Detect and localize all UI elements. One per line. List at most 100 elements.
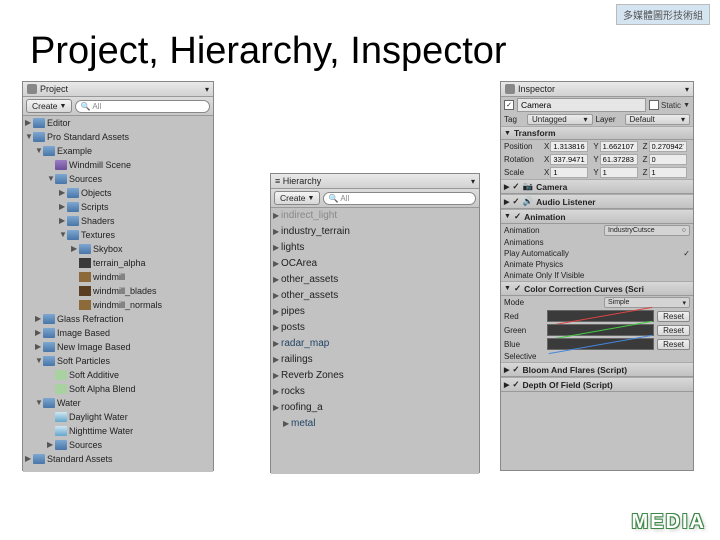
panel-menu-icon[interactable]: ▾	[685, 85, 689, 94]
project-item[interactable]: windmill_blades	[23, 284, 213, 298]
project-item[interactable]: ▶Glass Refraction	[23, 312, 213, 326]
project-item[interactable]: windmill	[23, 270, 213, 284]
hierarchy-item[interactable]: ▶other_assets	[271, 272, 479, 288]
static-toggle[interactable]: Static▼	[649, 100, 690, 110]
project-item[interactable]: Windmill Scene	[23, 158, 213, 172]
bloom-header[interactable]: ▶✓Bloom And Flares (Script)	[501, 362, 693, 377]
disclosure-arrow[interactable]: ▶	[71, 242, 79, 256]
rot-x[interactable]	[550, 154, 588, 165]
project-item[interactable]: windmill_normals	[23, 298, 213, 312]
enabled-checkbox[interactable]: ✓	[504, 100, 514, 110]
disclosure-arrow[interactable]: ▼	[59, 228, 67, 242]
tag-dropdown[interactable]: Untagged▾	[527, 114, 593, 125]
project-item[interactable]: ▼Pro Standard Assets	[23, 130, 213, 144]
disclosure-arrow[interactable]: ▼	[47, 172, 55, 186]
audio-header[interactable]: ▶✓🔊 Audio Listener	[501, 194, 693, 209]
rot-y[interactable]	[600, 154, 638, 165]
project-item[interactable]: Nighttime Water	[23, 424, 213, 438]
hierarchy-item[interactable]: ▶industry_terrain	[271, 224, 479, 240]
disclosure-arrow[interactable]: ▶	[35, 312, 43, 326]
hierarchy-search[interactable]: 🔍All	[323, 192, 476, 205]
disclosure-arrow[interactable]: ▼	[35, 354, 43, 368]
project-search[interactable]: 🔍All	[75, 100, 210, 113]
project-item[interactable]: Soft Alpha Blend	[23, 382, 213, 396]
reset-button[interactable]: Reset	[657, 325, 690, 336]
disclosure-arrow[interactable]: ▶	[273, 352, 281, 368]
disclosure-arrow[interactable]: ▶	[273, 368, 281, 384]
project-item[interactable]: ▶Sources	[23, 438, 213, 452]
disclosure-arrow[interactable]: ▼	[35, 396, 43, 410]
disclosure-arrow[interactable]: ▶	[59, 214, 67, 228]
object-name-input[interactable]	[517, 98, 646, 112]
project-item[interactable]: ▼Sources	[23, 172, 213, 186]
disclosure-arrow[interactable]: ▶	[273, 400, 281, 416]
hierarchy-item[interactable]: ▶posts	[271, 320, 479, 336]
camera-header[interactable]: ▶✓📷 Camera	[501, 179, 693, 194]
disclosure-arrow[interactable]: ▶	[273, 336, 281, 352]
pos-x[interactable]	[550, 141, 588, 152]
rot-z[interactable]	[649, 154, 687, 165]
mode-dropdown[interactable]: Simple▾	[604, 297, 690, 308]
hierarchy-item[interactable]: ▶roofing_a	[271, 400, 479, 416]
panel-menu-icon[interactable]: ▾	[205, 85, 209, 94]
disclosure-arrow[interactable]: ▶	[59, 186, 67, 200]
hierarchy-item[interactable]: ▶other_assets	[271, 288, 479, 304]
hierarchy-item[interactable]: ▶pipes	[271, 304, 479, 320]
create-button[interactable]: Create▼	[26, 99, 72, 113]
project-item[interactable]: ▶Image Based	[23, 326, 213, 340]
hierarchy-item[interactable]: ▶metal	[271, 416, 479, 432]
project-item[interactable]: ▶Objects	[23, 186, 213, 200]
animation-header[interactable]: ▼✓Animation	[501, 209, 693, 224]
scale-z[interactable]	[649, 167, 687, 178]
pos-y[interactable]	[600, 141, 638, 152]
scale-y[interactable]	[600, 167, 638, 178]
disclosure-arrow[interactable]: ▶	[59, 200, 67, 214]
disclosure-arrow[interactable]: ▶	[25, 116, 33, 130]
disclosure-arrow[interactable]: ▶	[273, 208, 281, 224]
project-item[interactable]: ▼Textures	[23, 228, 213, 242]
transform-header[interactable]: ▼Transform	[501, 126, 693, 140]
reset-button[interactable]: Reset	[657, 311, 690, 322]
disclosure-arrow[interactable]: ▶	[273, 304, 281, 320]
disclosure-arrow[interactable]: ▶	[47, 438, 55, 452]
project-item[interactable]: ▶Standard Assets	[23, 452, 213, 466]
disclosure-arrow[interactable]: ▶	[35, 340, 43, 354]
project-item[interactable]: Soft Additive	[23, 368, 213, 382]
project-item[interactable]: terrain_alpha	[23, 256, 213, 270]
disclosure-arrow[interactable]: ▶	[273, 224, 281, 240]
red-curve[interactable]	[547, 310, 654, 322]
dof-header[interactable]: ▶✓Depth Of Field (Script)	[501, 377, 693, 392]
disclosure-arrow[interactable]: ▶	[273, 384, 281, 400]
panel-menu-icon[interactable]: ▾	[471, 177, 475, 186]
pos-z[interactable]	[649, 141, 687, 152]
play-auto-checkbox[interactable]: ✓	[683, 249, 690, 258]
colorcorr-header[interactable]: ▼✓Color Correction Curves (Scri	[501, 281, 693, 296]
project-item[interactable]: ▶New Image Based	[23, 340, 213, 354]
anim-slot[interactable]: IndustryCutsce○	[604, 225, 690, 236]
disclosure-arrow[interactable]: ▶	[273, 288, 281, 304]
disclosure-arrow[interactable]: ▶	[35, 326, 43, 340]
project-item[interactable]: ▶Skybox	[23, 242, 213, 256]
hierarchy-tab[interactable]: ≡ Hierarchy ▾	[271, 174, 479, 189]
project-item[interactable]: ▼Water	[23, 396, 213, 410]
reset-button[interactable]: Reset	[657, 339, 690, 350]
hierarchy-item[interactable]: ▶rocks	[271, 384, 479, 400]
project-item[interactable]: ▶Editor	[23, 116, 213, 130]
project-item[interactable]: ▼Soft Particles	[23, 354, 213, 368]
disclosure-arrow[interactable]: ▶	[25, 452, 33, 466]
hierarchy-item[interactable]: ▶indirect_light	[271, 208, 479, 224]
disclosure-arrow[interactable]: ▼	[35, 144, 43, 158]
green-curve[interactable]	[547, 324, 654, 336]
hierarchy-item[interactable]: ▶Reverb Zones	[271, 368, 479, 384]
hierarchy-item[interactable]: ▶lights	[271, 240, 479, 256]
disclosure-arrow[interactable]: ▼	[25, 130, 33, 144]
project-item[interactable]: ▶Scripts	[23, 200, 213, 214]
inspector-tab[interactable]: Inspector ▾	[501, 82, 693, 97]
scale-x[interactable]	[550, 167, 588, 178]
disclosure-arrow[interactable]: ▶	[273, 272, 281, 288]
layer-dropdown[interactable]: Default▾	[625, 114, 691, 125]
blue-curve[interactable]	[547, 338, 654, 350]
project-item[interactable]: ▶Shaders	[23, 214, 213, 228]
hierarchy-item[interactable]: ▶radar_map	[271, 336, 479, 352]
disclosure-arrow[interactable]: ▶	[283, 416, 291, 432]
